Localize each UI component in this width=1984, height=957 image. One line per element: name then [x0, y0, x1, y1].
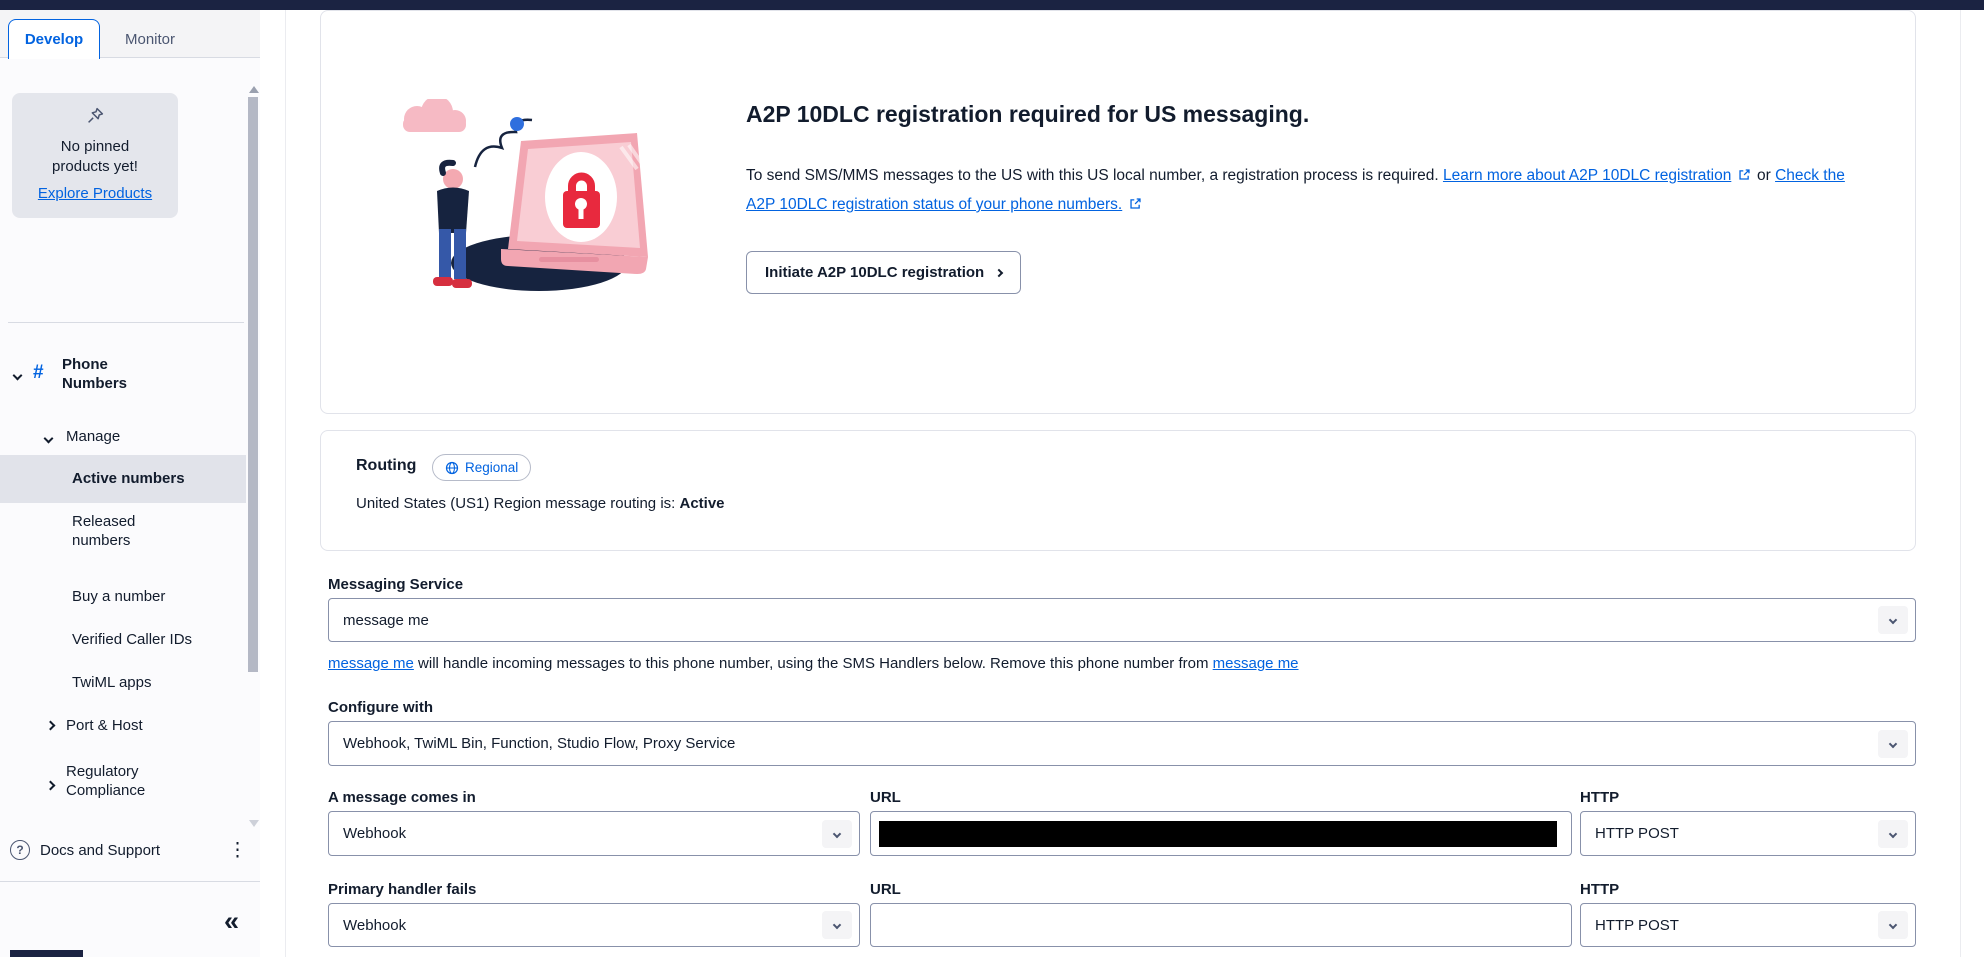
sidebar-divider [8, 322, 244, 323]
external-link-icon [1129, 197, 1142, 210]
message-comes-in-url-input[interactable] [870, 811, 1572, 856]
sidebar-item-phone-numbers[interactable]: Phone Numbers [62, 355, 174, 393]
http-method-value: HTTP POST [1595, 825, 1679, 842]
sidebar-divider [0, 881, 260, 882]
primary-handler-fails-select[interactable]: Webhook [328, 903, 860, 947]
sidebar-item-verified-caller-ids[interactable]: Verified Caller IDs [72, 631, 192, 648]
message-comes-in-label: A message comes in [328, 789, 476, 806]
messaging-service-select[interactable]: message me [328, 598, 1916, 642]
sidebar-item-label: Active numbers [72, 470, 185, 487]
primary-handler-fails-url-input[interactable] [870, 903, 1572, 947]
chevron-right-icon[interactable] [46, 781, 56, 791]
configure-with-select[interactable]: Webhook, TwiML Bin, Function, Studio Flo… [328, 721, 1916, 766]
sidebar-scrollbar-down-arrow[interactable] [249, 820, 259, 827]
collapse-sidebar-icon[interactable]: « [224, 906, 239, 937]
routing-card: Routing Regional United States (US1) Reg… [320, 430, 1916, 551]
bottom-bar-fragment [10, 950, 83, 957]
kebab-menu-icon[interactable]: ⋮ [228, 839, 247, 862]
messaging-service-label: Messaging Service [328, 576, 463, 593]
a2p-lock-illustration [389, 99, 661, 295]
chevron-down-icon[interactable] [13, 371, 23, 381]
content-left-border [285, 10, 286, 957]
chevron-down-icon[interactable] [822, 820, 852, 848]
primary-handler-fails-value: Webhook [343, 917, 406, 934]
external-link-icon [1738, 168, 1751, 181]
routing-title: Routing [356, 457, 416, 475]
message-me-link[interactable]: message me [1213, 655, 1299, 672]
hash-icon: # [33, 362, 44, 384]
a2p-title: A2P 10DLC registration required for US m… [746, 101, 1309, 128]
url-label: URL [870, 789, 901, 806]
globe-icon [445, 461, 459, 475]
chevron-down-icon[interactable] [822, 911, 852, 939]
sidebar-item-active-numbers[interactable]: Active numbers [0, 455, 246, 503]
redacted-url-value [879, 821, 1557, 847]
message-me-link[interactable]: message me [328, 655, 414, 672]
primary-handler-fails-http-select[interactable]: HTTP POST [1580, 903, 1916, 947]
initiate-a2p-registration-button[interactable]: Initiate A2P 10DLC registration [746, 251, 1021, 294]
main-content: A2P 10DLC registration required for US m… [260, 10, 1984, 957]
content-right-border [1960, 10, 1961, 957]
sidebar-item-twiml-apps[interactable]: TwiML apps [72, 674, 151, 691]
initiate-a2p-button-label: Initiate A2P 10DLC registration [765, 264, 984, 281]
sidebar-scrollbar-up-arrow[interactable] [249, 86, 259, 93]
configure-with-label: Configure with [328, 699, 433, 716]
http-method-value: HTTP POST [1595, 917, 1679, 934]
routing-status-value: Active [680, 495, 725, 512]
sidebar-item-released-numbers[interactable]: Released numbers [72, 512, 184, 550]
sidebar-scrollbar-thumb[interactable] [248, 97, 258, 672]
top-navigation-bar [0, 0, 1984, 10]
chevron-down-icon[interactable] [1878, 606, 1908, 634]
sidebar-item-buy-a-number[interactable]: Buy a number [72, 588, 165, 605]
pinned-products-box: No pinned products yet! Explore Products [12, 93, 178, 218]
docs-and-support-label: Docs and Support [40, 842, 160, 859]
http-label: HTTP [1580, 881, 1619, 898]
explore-products-link[interactable]: Explore Products [38, 185, 152, 202]
docs-and-support[interactable]: ? Docs and Support ⋮ [0, 832, 246, 876]
sidebar-item-manage[interactable]: Manage [66, 428, 120, 445]
message-comes-in-select[interactable]: Webhook [328, 811, 860, 856]
sidebar-item-regulatory-compliance[interactable]: Regulatory Compliance [66, 762, 178, 800]
learn-more-a2p-link[interactable]: Learn more about A2P 10DLC registration [1443, 167, 1731, 184]
tab-monitor[interactable]: Monitor [100, 19, 200, 59]
message-comes-in-http-select[interactable]: HTTP POST [1580, 811, 1916, 856]
a2p-body-text: To send SMS/MMS messages to the US with … [746, 161, 1876, 219]
pinned-empty-text: No pinned products yet! [12, 137, 178, 177]
sidebar: Develop Monitor No pinned products yet! … [0, 10, 260, 957]
http-label: HTTP [1580, 789, 1619, 806]
chevron-down-icon[interactable] [1878, 820, 1908, 848]
regional-badge-label: Regional [465, 460, 518, 475]
routing-status-text: United States (US1) Region message routi… [356, 495, 725, 512]
regional-badge: Regional [432, 454, 531, 481]
chevron-down-icon[interactable] [44, 434, 54, 444]
a2p-body-sentence: To send SMS/MMS messages to the US with … [746, 167, 1439, 184]
question-circle-icon: ? [10, 840, 30, 860]
messaging-service-help-text: message me will handle incoming messages… [328, 655, 1299, 672]
chevron-down-icon[interactable] [1878, 911, 1908, 939]
a2p-or-text: or [1757, 167, 1771, 184]
url-label: URL [870, 881, 901, 898]
chevron-down-icon[interactable] [1878, 730, 1908, 758]
sidebar-item-port-and-host[interactable]: Port & Host [66, 717, 143, 734]
chevron-right-icon [995, 268, 1003, 276]
configure-with-value: Webhook, TwiML Bin, Function, Studio Flo… [343, 735, 735, 752]
chevron-right-icon[interactable] [46, 721, 56, 731]
message-comes-in-value: Webhook [343, 825, 406, 842]
messaging-service-value: message me [343, 612, 429, 629]
pin-icon [87, 107, 104, 124]
tab-develop[interactable]: Develop [8, 19, 100, 59]
a2p-registration-card: A2P 10DLC registration required for US m… [320, 10, 1916, 414]
primary-handler-fails-label: Primary handler fails [328, 881, 476, 898]
twilio-console-page: Develop Monitor No pinned products yet! … [0, 0, 1984, 957]
